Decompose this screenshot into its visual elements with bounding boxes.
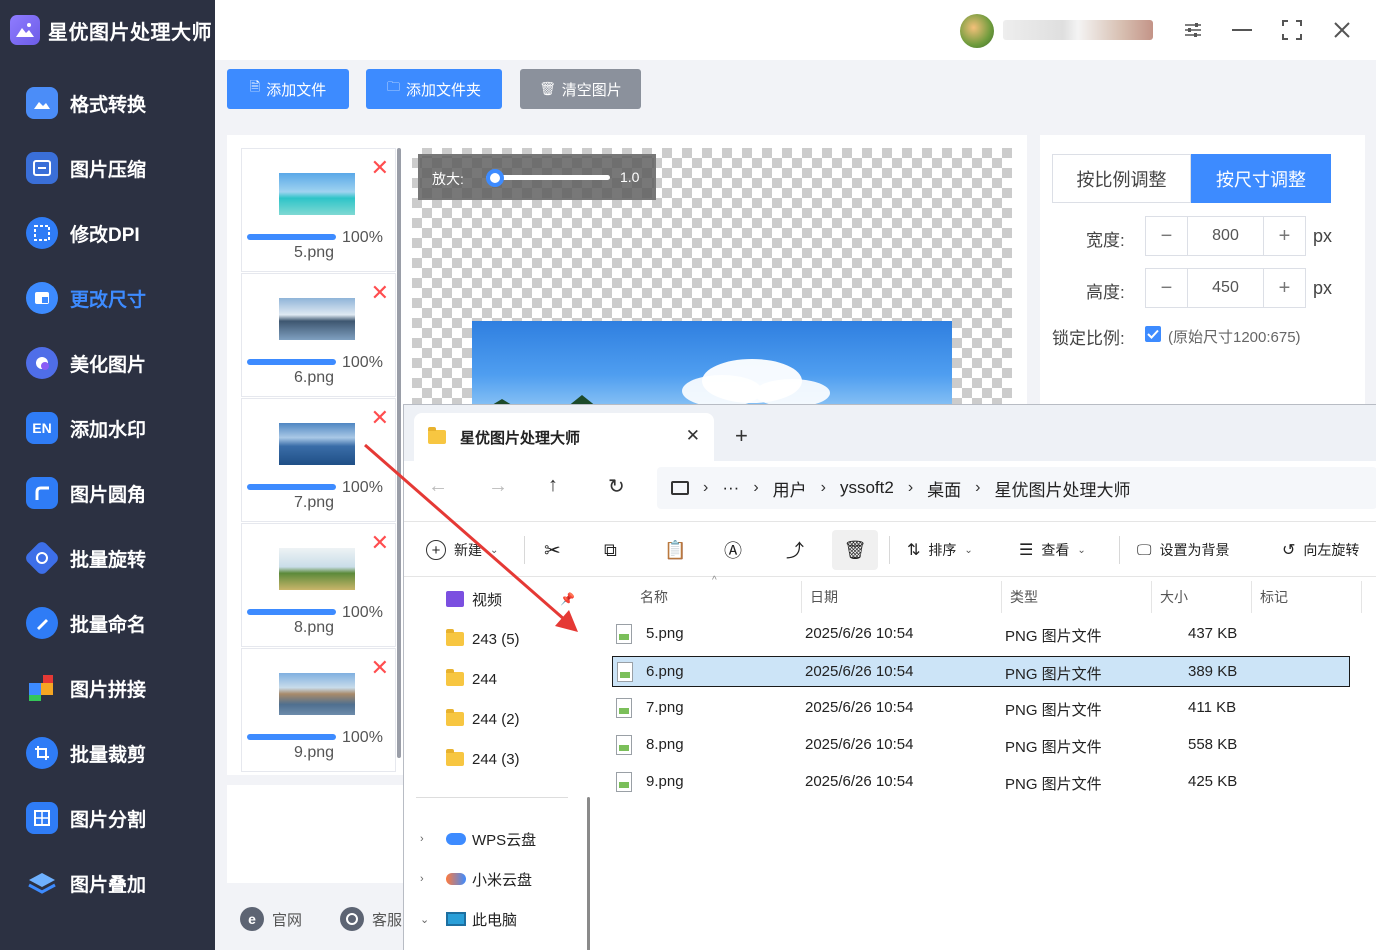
annotation-arrow bbox=[364, 443, 578, 632]
